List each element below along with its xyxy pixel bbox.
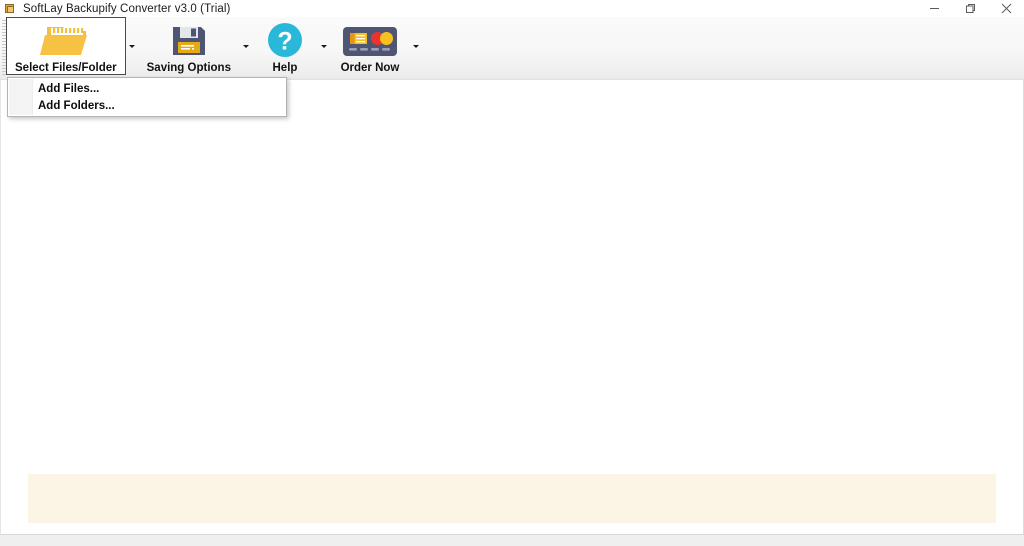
question-mark-circle-icon: ?	[261, 22, 309, 60]
toolbar-group-order-now: Order Now	[330, 17, 422, 75]
toolbar-button-saving-options[interactable]: Saving Options	[138, 17, 240, 75]
toolbar-label-order-now: Order Now	[340, 62, 400, 74]
svg-text:?: ?	[277, 28, 292, 56]
window-controls	[916, 0, 1024, 17]
toolbar-label-select-files-folder: Select Files/Folder	[15, 62, 117, 74]
title-bar[interactable]: SoftLay Backupify Converter v3.0 (Trial)	[0, 0, 1024, 17]
toolbar-button-select-files-folder[interactable]: Select Files/Folder	[6, 17, 126, 75]
application-window: SoftLay Backupify Converter v3.0 (Trial)	[0, 0, 1024, 546]
toolbar-group-select-files-folder: Select Files/Folder	[6, 17, 138, 75]
notice-bar	[28, 474, 996, 523]
toolbar-button-order-now[interactable]: Order Now	[330, 17, 410, 75]
menu-item-add-folders[interactable]: Add Folders...	[8, 97, 286, 114]
file-list-panel[interactable]	[1, 80, 1023, 474]
close-button[interactable]	[988, 0, 1024, 17]
toolbar-gripper[interactable]	[2, 20, 6, 77]
credit-card-icon	[339, 22, 401, 60]
toolbar-label-help: Help	[272, 62, 298, 74]
toolbar-group-saving-options: Saving Options	[138, 17, 252, 75]
minimize-button[interactable]	[916, 0, 952, 17]
main-content-area	[0, 80, 1024, 534]
floppy-disk-save-icon	[164, 22, 214, 60]
dropdown-arrow-order-now[interactable]	[410, 17, 422, 75]
toolbar-button-help[interactable]: ? Help	[252, 17, 318, 75]
app-folder-icon	[5, 3, 16, 14]
window-title: SoftLay Backupify Converter v3.0 (Trial)	[23, 2, 231, 15]
toolbar-label-saving-options: Saving Options	[146, 62, 231, 74]
menu-item-add-files[interactable]: Add Files...	[8, 80, 286, 97]
chevron-down-icon	[128, 44, 135, 48]
dropdown-arrow-help[interactable]	[318, 17, 330, 75]
main-toolbar: Select Files/Folder Saving Options ? Hel…	[0, 17, 1024, 80]
window-bottom-edge	[0, 534, 1024, 546]
select-files-folder-dropdown-menu: Add Files... Add Folders...	[7, 77, 287, 117]
toolbar-group-help: ? Help	[252, 17, 330, 75]
dropdown-arrow-saving-options[interactable]	[240, 17, 252, 75]
open-folder-icon	[37, 22, 95, 60]
restore-button[interactable]	[952, 0, 988, 17]
chevron-down-icon	[412, 44, 419, 48]
dropdown-arrow-select-files-folder[interactable]	[126, 17, 138, 75]
chevron-down-icon	[320, 44, 327, 48]
chevron-down-icon	[242, 44, 249, 48]
